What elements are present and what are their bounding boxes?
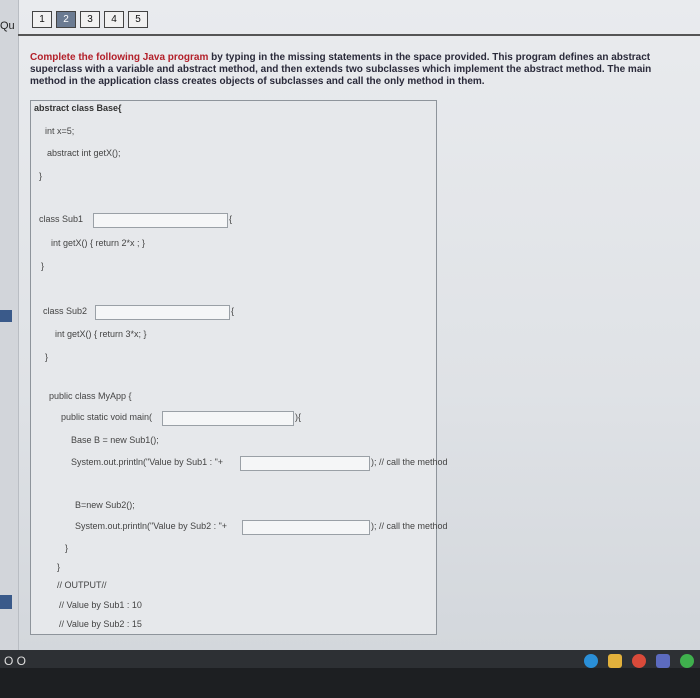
code-base-var: int x=5; [45, 126, 75, 136]
code-sub1-brace: { [229, 214, 233, 224]
code-base-method: abstract int getX(); [47, 148, 121, 158]
code-close-brace: } [39, 171, 43, 181]
code-base-decl: abstract class Base{ [34, 103, 122, 113]
code-close-brace: } [41, 261, 45, 271]
code-print1-end: ); // call the method [371, 457, 448, 467]
question-button-1[interactable]: 1 [32, 11, 52, 28]
app-icon[interactable] [656, 654, 670, 668]
browser-icon[interactable] [584, 654, 598, 668]
question-button-2[interactable]: 2 [56, 11, 76, 28]
taskbar-left-icons[interactable]: O O [4, 654, 26, 668]
code-output-line-1: // Value by Sub1 : 10 [59, 600, 142, 610]
code-close-brace: } [45, 352, 49, 362]
sub2-extends-input[interactable] [95, 305, 230, 320]
sidebar-tab[interactable] [0, 595, 12, 609]
code-print2-end: ); // call the method [371, 521, 448, 531]
question-button-3[interactable]: 3 [80, 11, 100, 28]
question-nav: 1 2 3 4 5 [32, 11, 148, 28]
instructions-lead: Complete the following Java program [30, 52, 209, 63]
left-sidebar: Qu [0, 0, 19, 650]
taskbar-tray [584, 654, 694, 668]
code-main-decl: public static void main( [61, 412, 153, 422]
code-stmt2: B=new Sub2(); [75, 500, 135, 510]
code-print2: System.out.println("Value by Sub2 : "+ [75, 521, 228, 531]
main-params-input[interactable] [162, 411, 294, 426]
question-button-5[interactable]: 5 [128, 11, 148, 28]
sidebar-tab[interactable] [0, 310, 12, 322]
code-stmt1: Base B = new Sub1(); [71, 435, 159, 445]
question-instructions: Complete the following Java program by t… [30, 52, 680, 88]
screen: Qu 1 2 3 4 5 Complete the following Java… [0, 0, 700, 650]
header-divider [18, 34, 700, 36]
question-button-4[interactable]: 4 [104, 11, 124, 28]
folder-icon[interactable] [608, 654, 622, 668]
print2-method-call-input[interactable] [242, 520, 370, 535]
chrome-icon[interactable] [632, 654, 646, 668]
code-sub1-decl: class Sub1 [39, 214, 84, 224]
sidebar-label: Qu [0, 20, 15, 32]
code-answer-box: abstract class Base{ int x=5; abstract i… [30, 100, 448, 635]
code-main-close: ){ [295, 412, 302, 422]
code-print1: System.out.println("Value by Sub1 : "+ [71, 457, 224, 467]
code-sub2-brace: { [231, 306, 235, 316]
sub1-extends-input[interactable] [93, 213, 228, 228]
code-sub1-method: int getX() { return 2*x ; } [51, 238, 146, 248]
print1-method-call-input[interactable] [240, 456, 370, 471]
code-sub2-decl: class Sub2 [43, 306, 88, 316]
code-app-decl: public class MyApp { [49, 391, 132, 401]
code-close-brace: } [65, 543, 69, 553]
code-output-line-2: // Value by Sub2 : 15 [59, 619, 142, 629]
code-sub2-method: int getX() { return 3*x; } [55, 329, 147, 339]
code-output-label: // OUTPUT// [57, 580, 107, 590]
monitor-bezel [0, 668, 700, 698]
status-icon[interactable] [680, 654, 694, 668]
code-close-brace: } [57, 562, 61, 572]
